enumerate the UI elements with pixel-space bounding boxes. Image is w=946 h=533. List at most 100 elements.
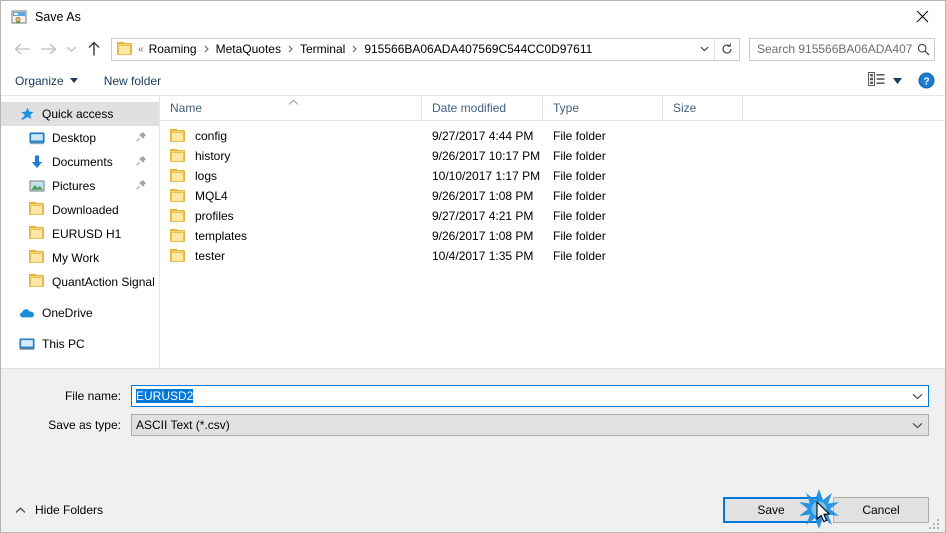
window-title: Save As <box>35 9 81 24</box>
sidebar-item-documents[interactable]: Documents <box>1 150 159 174</box>
save-button[interactable]: Save <box>723 497 819 523</box>
close-button[interactable] <box>899 1 945 32</box>
column-header-type[interactable]: Type <box>543 96 663 120</box>
chevron-up-icon <box>288 95 299 109</box>
svg-text:?: ? <box>923 76 929 87</box>
file-date-cell: 9/26/2017 1:08 PM <box>432 229 534 243</box>
command-bar: Organize New folder ? <box>1 66 945 96</box>
pin-icon[interactable] <box>136 155 147 169</box>
chevron-down-icon[interactable] <box>906 422 928 429</box>
file-type-cell: File folder <box>553 229 606 243</box>
table-row[interactable]: MQL4 9/26/2017 1:08 PM File folder <box>160 186 945 206</box>
star-pin-icon <box>19 106 35 122</box>
sidebar-item-onedrive[interactable]: OneDrive <box>1 301 159 325</box>
file-date-cell: 9/26/2017 1:08 PM <box>432 189 534 203</box>
search-box[interactable]: Search 915566BA06ADA40756... <box>749 37 935 61</box>
address-dropdown-button[interactable] <box>694 39 714 60</box>
column-headers: Name Date modified Type Size <box>160 96 945 121</box>
navigation-pane: Quick access Desktop Documents Pictures … <box>1 96 160 368</box>
chevron-down-icon[interactable] <box>906 393 928 400</box>
table-row[interactable]: profiles 9/27/2017 4:21 PM File folder <box>160 206 945 226</box>
sidebar-item-label: Downloaded <box>52 203 119 217</box>
file-date-cell: 9/27/2017 4:44 PM <box>432 129 534 143</box>
column-header-date-modified[interactable]: Date modified <box>422 96 543 120</box>
new-folder-label: New folder <box>103 73 162 88</box>
sidebar-item-pictures[interactable]: Pictures <box>1 174 159 198</box>
address-bar-row: « Roaming MetaQuotes Terminal 915566BA06… <box>1 32 945 66</box>
sidebar-item-desktop[interactable]: Desktop <box>1 126 159 150</box>
breadcrumb-item-guid[interactable]: 915566BA06ADA407569C544CC0D97611 <box>360 39 596 60</box>
cancel-button[interactable]: Cancel <box>833 497 929 523</box>
forward-button[interactable] <box>35 36 61 62</box>
file-type-cell: File folder <box>553 189 606 203</box>
sidebar-item-label: My Work <box>52 251 100 265</box>
organize-label: Organize <box>15 73 64 88</box>
save-as-type-value: ASCII Text (*.csv) <box>136 418 230 432</box>
sidebar-item-downloaded[interactable]: Downloaded <box>1 198 159 222</box>
new-folder-button[interactable]: New folder <box>104 74 161 88</box>
pin-icon[interactable] <box>136 131 147 145</box>
file-name-label: tester <box>195 249 226 263</box>
file-name-cell: templates <box>160 229 422 243</box>
folder-icon <box>29 202 45 218</box>
onedrive-cloud-icon <box>19 305 35 321</box>
view-options-button[interactable] <box>868 72 902 89</box>
documents-arrow-icon <box>29 154 45 170</box>
file-name-input[interactable]: EURUSD2 <box>131 385 929 407</box>
file-name-cell: MQL4 <box>160 189 422 203</box>
desktop-icon <box>29 130 45 146</box>
sidebar-item-label: EURUSD H1 <box>52 227 122 241</box>
file-date-cell: 10/10/2017 1:17 PM <box>432 169 541 183</box>
caret-down-icon <box>893 77 902 84</box>
address-bar[interactable]: « Roaming MetaQuotes Terminal 915566BA06… <box>111 37 740 61</box>
folder-icon <box>29 226 45 242</box>
file-name-cell: history <box>160 149 422 163</box>
folder-icon <box>170 169 186 183</box>
sidebar-item-quantaction-signal[interactable]: QuantAction Signal <box>1 270 159 294</box>
table-row[interactable]: templates 9/26/2017 1:08 PM File folder <box>160 226 945 246</box>
resize-grip-icon[interactable] <box>929 517 941 529</box>
file-name-cell: tester <box>160 249 422 263</box>
table-row[interactable]: logs 10/10/2017 1:17 PM File folder <box>160 166 945 186</box>
file-type-cell: File folder <box>553 169 606 183</box>
file-name-label: config <box>195 129 228 143</box>
breadcrumb-item-roaming[interactable]: Roaming <box>145 39 201 60</box>
file-name-label: profiles <box>195 209 234 223</box>
sidebar-item-label: Desktop <box>52 131 97 145</box>
sidebar-item-quick-access[interactable]: Quick access <box>1 102 159 126</box>
search-input[interactable]: Search 915566BA06ADA40756... <box>750 42 912 56</box>
back-button[interactable] <box>9 36 35 62</box>
folder-icon <box>170 149 186 163</box>
breadcrumb-item-terminal[interactable]: Terminal <box>296 39 349 60</box>
table-row[interactable]: tester 10/4/2017 1:35 PM File folder <box>160 246 945 266</box>
hide-folders-button[interactable]: Hide Folders <box>15 503 103 517</box>
up-button[interactable] <box>81 36 107 62</box>
sidebar-item-this-pc[interactable]: This PC <box>1 332 159 356</box>
save-as-type-label: Save as type: <box>48 418 121 432</box>
sidebar-item-my-work[interactable]: My Work <box>1 246 159 270</box>
caret-down-icon <box>69 78 78 83</box>
folder-icon <box>170 189 186 203</box>
save-as-type-select[interactable]: ASCII Text (*.csv) <box>131 414 929 436</box>
file-name-cell: profiles <box>160 209 422 223</box>
file-date-cell: 9/27/2017 4:21 PM <box>432 209 534 223</box>
pin-icon[interactable] <box>136 179 147 193</box>
table-row[interactable]: config 9/27/2017 4:44 PM File folder <box>160 126 945 146</box>
recent-locations-button[interactable] <box>61 36 81 62</box>
breadcrumb-overflow[interactable]: « <box>137 44 145 55</box>
refresh-button[interactable] <box>714 38 739 60</box>
table-row[interactable]: history 9/26/2017 10:17 PM File folder <box>160 146 945 166</box>
save-as-dialog: Save As « Roaming MetaQuotes Terminal 91… <box>0 0 946 533</box>
column-header-size[interactable]: Size <box>663 96 743 120</box>
sidebar-item-eurusd-h1[interactable]: EURUSD H1 <box>1 222 159 246</box>
breadcrumb-item-metaquotes[interactable]: MetaQuotes <box>212 39 285 60</box>
organize-button[interactable]: Organize <box>15 74 78 88</box>
file-type-cell: File folder <box>553 209 606 223</box>
folder-icon <box>170 129 186 143</box>
sidebar-item-label: QuantAction Signal <box>52 275 155 289</box>
sidebar-item-label: OneDrive <box>42 306 93 320</box>
folder-icon <box>170 209 186 223</box>
help-button[interactable]: ? <box>918 72 935 89</box>
save-form-panel: File name: EURUSD2 Save as type: ASCII T… <box>1 368 945 488</box>
file-name-label: history <box>195 149 231 163</box>
